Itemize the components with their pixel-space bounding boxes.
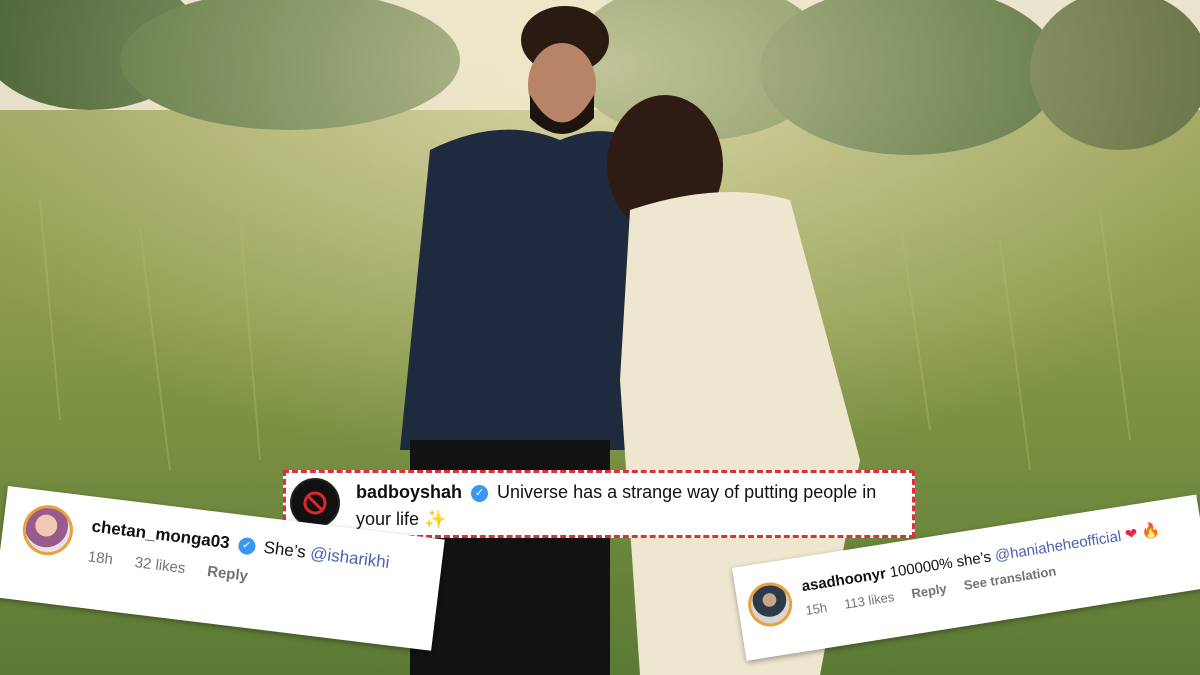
verified-badge-icon: ✓	[471, 484, 489, 502]
caption-text-block: badboyshah ✓ Universe has a strange way …	[356, 479, 902, 533]
comment-time: 15h	[804, 599, 829, 618]
avatar[interactable]	[290, 478, 340, 528]
avatar[interactable]	[20, 502, 76, 559]
see-translation-button[interactable]: See translation	[963, 563, 1057, 592]
comment-username[interactable]: asadhoonyr	[800, 565, 887, 595]
comment-text: She’s	[262, 537, 307, 562]
mention-link[interactable]: @isharikhi	[309, 543, 390, 572]
heart-icon: ❤	[1123, 525, 1139, 544]
sparkles-icon: ✨	[424, 509, 447, 529]
mention-link[interactable]: @haniaheheofficial	[994, 528, 1123, 565]
comment-username[interactable]: chetan_monga03	[91, 517, 231, 553]
caption-card: badboyshah ✓ Universe has a strange way …	[283, 470, 915, 538]
likes-count[interactable]: 32 likes	[134, 554, 187, 577]
likes-count[interactable]: 113 likes	[843, 589, 895, 612]
reply-button[interactable]: Reply	[206, 563, 249, 585]
avatar[interactable]	[745, 579, 796, 630]
comment-time: 18h	[86, 548, 114, 569]
fire-icon: 🔥	[1140, 521, 1162, 542]
reply-button[interactable]: Reply	[910, 581, 947, 601]
caption-username[interactable]: badboyshah	[356, 482, 462, 502]
verified-badge-icon: ✓	[237, 536, 257, 556]
no-entry-icon	[303, 491, 327, 515]
